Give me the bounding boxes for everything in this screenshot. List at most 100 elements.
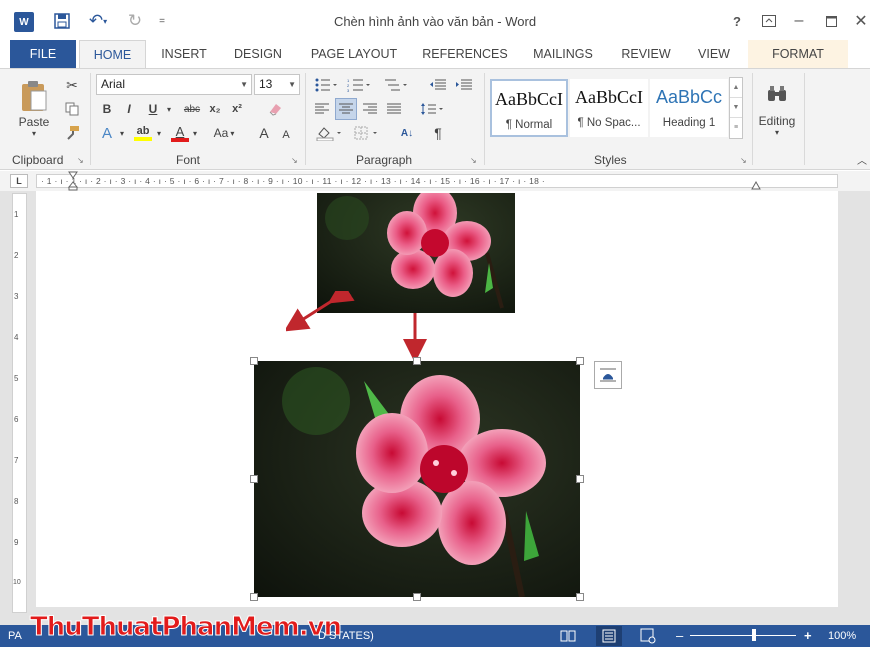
align-center-icon[interactable] [335, 98, 357, 120]
change-case-button[interactable]: Aa ▾ [206, 123, 242, 143]
word-app-icon[interactable]: W [14, 12, 34, 32]
font-name-combo[interactable]: Arial ▼ [96, 74, 252, 95]
print-layout-icon[interactable] [596, 626, 622, 646]
save-icon[interactable] [52, 10, 72, 32]
numbering-icon[interactable]: 123 [344, 75, 374, 95]
web-layout-icon[interactable] [640, 628, 658, 644]
resize-handle[interactable] [250, 357, 258, 365]
undo-icon[interactable]: ↶ ▾ [84, 10, 112, 32]
font-launcher-icon[interactable]: ↘ [291, 156, 298, 165]
paste-button[interactable]: Paste ▾ [14, 75, 54, 141]
tab-selector[interactable]: L [10, 174, 28, 188]
justify-icon[interactable] [384, 99, 404, 119]
resize-handle[interactable] [413, 357, 421, 365]
tab-format[interactable]: FORMAT [748, 40, 848, 68]
tab-file[interactable]: FILE [10, 40, 76, 68]
tab-home[interactable]: HOME [79, 40, 146, 68]
format-painter-icon[interactable] [62, 123, 82, 143]
decrease-indent-icon[interactable] [428, 75, 448, 95]
shading-icon[interactable] [312, 123, 346, 143]
chevron-down-icon[interactable]: ▾ [163, 99, 175, 119]
increase-indent-icon[interactable] [454, 75, 474, 95]
superscript-button[interactable]: x² [228, 99, 246, 119]
cut-icon[interactable]: ✂ [62, 75, 82, 95]
chevron-down-icon[interactable]: ▾ [117, 123, 127, 143]
zoom-slider-thumb[interactable] [751, 629, 756, 641]
italic-button[interactable]: I [120, 99, 138, 119]
copy-icon[interactable] [62, 99, 82, 119]
style-no-spacing[interactable]: AaBbCcI ¶ No Spac... [570, 79, 648, 137]
grow-font-button[interactable]: A [256, 123, 272, 143]
show-hide-marks-button[interactable]: ¶ [428, 123, 448, 143]
text-effects-button[interactable]: A [98, 123, 116, 143]
resize-handle[interactable] [413, 593, 421, 601]
paragraph-launcher-icon[interactable]: ↘ [470, 156, 477, 165]
font-size-combo[interactable]: 13 ▼ [254, 74, 300, 95]
separator [804, 73, 805, 165]
help-button[interactable]: ? [728, 10, 746, 32]
font-color-button[interactable]: A [170, 123, 190, 143]
chevron-down-icon[interactable]: ▾ [154, 123, 164, 143]
zoom-out-button[interactable]: – [676, 628, 683, 643]
zoom-level[interactable]: 100% [828, 630, 856, 642]
underline-button[interactable]: U [144, 99, 162, 119]
tab-insert[interactable]: INSERT [158, 40, 210, 68]
layout-options-button[interactable] [594, 361, 622, 389]
editing-button[interactable]: Editing ▾ [754, 75, 800, 145]
style-normal[interactable]: AaBbCcI ¶ Normal [490, 79, 568, 137]
strikethrough-button[interactable]: abc [180, 99, 204, 119]
sort-button[interactable]: A↓ [396, 123, 418, 143]
bullets-icon[interactable] [312, 75, 340, 95]
tab-design[interactable]: DESIGN [230, 40, 286, 68]
ribbon-display-icon[interactable] [760, 10, 778, 32]
clear-formatting-icon[interactable] [264, 99, 286, 119]
align-right-icon[interactable] [360, 99, 380, 119]
layout-options-icon [600, 368, 616, 382]
styles-more-icon[interactable]: ≡ [730, 118, 742, 138]
resize-handle[interactable] [250, 475, 258, 483]
page-indicator[interactable]: PA [8, 630, 22, 642]
resize-handle[interactable] [576, 475, 584, 483]
maximize-icon[interactable] [822, 10, 840, 32]
scroll-down-icon[interactable]: ▼ [730, 98, 742, 118]
read-mode-icon[interactable] [560, 628, 576, 644]
redo-icon[interactable]: ↻ [124, 10, 146, 32]
paragraph-group-label: Paragraph [356, 153, 413, 167]
borders-icon[interactable] [350, 123, 384, 143]
highlight-button[interactable]: ab [132, 123, 154, 143]
chevron-down-icon[interactable]: ▾ [190, 123, 200, 143]
multilevel-list-icon[interactable] [380, 75, 412, 95]
zoom-in-button[interactable]: + [804, 628, 812, 643]
document-page[interactable] [36, 191, 838, 607]
resize-handle[interactable] [576, 593, 584, 601]
scroll-up-icon[interactable]: ▲ [730, 78, 742, 98]
clipboard-launcher-icon[interactable]: ↘ [77, 156, 84, 165]
tab-view[interactable]: VIEW [692, 40, 736, 68]
close-icon[interactable]: ✕ [852, 10, 870, 32]
align-left-icon[interactable] [312, 99, 332, 119]
tab-review[interactable]: REVIEW [618, 40, 674, 68]
line-spacing-icon[interactable] [416, 99, 448, 119]
collapse-ribbon-icon[interactable]: ︿ [856, 153, 868, 167]
bold-button[interactable]: B [98, 99, 116, 119]
resize-handle[interactable] [576, 357, 584, 365]
tab-mailings[interactable]: MAILINGS [528, 40, 598, 68]
resize-handle[interactable] [250, 593, 258, 601]
tab-references[interactable]: REFERENCES [422, 40, 508, 68]
vertical-ruler[interactable]: 1 2 3 4 5 6 7 8 9 10 [12, 193, 27, 613]
style-heading-1[interactable]: AaBbCc Heading 1 [650, 79, 728, 137]
zoom-slider[interactable] [690, 629, 796, 641]
vertical-scrollbar[interactable] [840, 191, 868, 625]
minimize-icon[interactable]: – [790, 10, 808, 32]
subscript-button[interactable]: x₂ [206, 99, 224, 119]
right-indent-marker-icon[interactable] [751, 180, 761, 190]
styles-scroller[interactable]: ▲ ▼ ≡ [729, 77, 743, 139]
resized-flower-image[interactable] [254, 361, 580, 597]
customize-qat-icon[interactable]: = [156, 10, 168, 32]
tab-page-layout[interactable]: PAGE LAYOUT [306, 40, 402, 68]
ruler-track[interactable]: · 1 · ı · 1 · ı · 2 · ı · 3 · ı · 4 · ı … [36, 174, 838, 188]
styles-launcher-icon[interactable]: ↘ [740, 156, 747, 165]
shrink-font-button[interactable]: A [278, 125, 294, 145]
separator [305, 73, 306, 165]
indent-marker-icon[interactable] [67, 171, 79, 191]
